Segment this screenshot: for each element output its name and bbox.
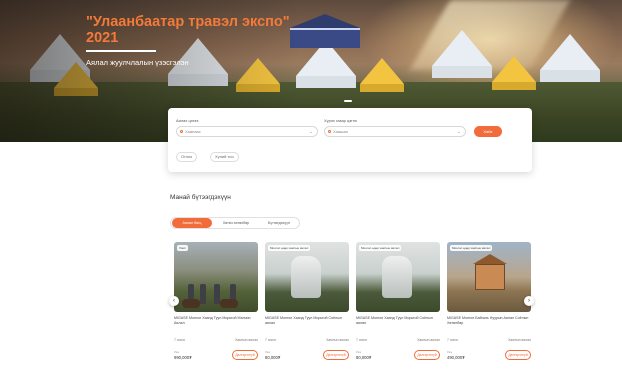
to-field[interactable]: Хаашаа ⌄ — [324, 126, 466, 137]
card-tag: Хамтын аялал — [417, 338, 440, 342]
hero-divider — [86, 50, 156, 52]
from-label: Аялах цэгээ — [176, 118, 199, 123]
card-price: 990,000₮ — [174, 355, 192, 360]
price-label: Үнэ — [174, 350, 179, 354]
tab-products[interactable]: Бүтээгдэхүүн — [259, 218, 299, 228]
from-field[interactable]: Хаанаас ⌄ — [176, 126, 318, 137]
card-duration: 7 хоног — [356, 338, 368, 342]
price-label: Үнэ — [265, 350, 270, 354]
card-duration: 7 хоног — [265, 338, 277, 342]
location-pin-icon — [328, 130, 331, 133]
product-card[interactable]: Монгол өдөр хамтын аялал MIGASE Монгол Б… — [447, 242, 531, 372]
product-tabs: Аялал багц Хөтөч хөтөлбөр Бүтээгдэхүүн — [170, 217, 300, 229]
tab-programs[interactable]: Хөтөч хөтөлбөр — [215, 218, 257, 228]
tent-white — [540, 34, 600, 82]
price-label: Үнэ — [447, 350, 452, 354]
section-title: Манай бүтээгдэхүүн — [170, 194, 231, 201]
card-duration: 7 хоног — [447, 338, 459, 342]
search-panel: Аялах цэгээ Хаанаас ⌄ Хүрэх газар цэгээ … — [168, 108, 532, 172]
card-title[interactable]: MIGASE Монгол Хаанд Туул Морьтой Соёлын … — [356, 316, 440, 326]
chevron-left-icon[interactable]: ‹ — [169, 296, 179, 306]
rock-formation — [291, 256, 321, 298]
tent-yellow — [360, 58, 404, 92]
search-button[interactable]: Хайх — [474, 126, 502, 137]
details-button[interactable]: Дэлгэрэнгүй — [232, 350, 258, 360]
card-image: Монгол өдөр хамтын аялал — [447, 242, 531, 312]
details-button[interactable]: Дэлгэрэнгүй — [414, 350, 440, 360]
card-price: 80,000₮ — [265, 355, 281, 360]
product-card[interactable]: Хэмт MIGASE Монгол Хаанд Туул Морьтой Ма… — [174, 242, 258, 372]
ger-roof — [473, 254, 507, 264]
to-label: Хүрэх газар цэгээ — [324, 118, 357, 123]
card-price: 490,000₮ — [447, 355, 465, 360]
date-chip[interactable]: Огноо — [176, 152, 198, 162]
guests-chip[interactable]: Хүний тоо — [210, 152, 239, 162]
card-duration: 7 хоног — [174, 338, 186, 342]
details-button[interactable]: Дэлгэрэнгүй — [323, 350, 349, 360]
product-card[interactable]: Монгол өдөр хамтын аялал MIGASE Монгол Х… — [356, 242, 440, 372]
tent-white — [432, 30, 492, 78]
horse — [220, 299, 238, 308]
chevron-down-icon: ⌄ — [308, 129, 313, 135]
location-pin-icon — [180, 130, 183, 133]
card-badge: Хэмт — [177, 245, 188, 251]
card-image: Хэмт — [174, 242, 258, 312]
details-button[interactable]: Дэлгэрэнгүй — [505, 350, 531, 360]
product-cards: Хэмт MIGASE Монгол Хаанд Туул Морьтой Ма… — [170, 242, 531, 372]
card-title[interactable]: MIGASE Монгол Хаанд Туул Морьтой Малчин … — [174, 316, 258, 326]
card-tag: Хамтын аялал — [235, 338, 258, 342]
card-tag: Хамтын аялал — [508, 338, 531, 342]
hero-year: 2021 — [86, 30, 119, 46]
ger-building — [475, 264, 505, 290]
card-badge: Монгол өдөр хамтын аялал — [359, 245, 402, 251]
price-label: Үнэ — [356, 350, 361, 354]
card-title[interactable]: MIGASE Монгол Байгаль Нуурын Аялал Соёлы… — [447, 316, 531, 326]
card-title[interactable]: MIGASE Монгол Хаанд Туул Морьтой Соёлын … — [265, 316, 349, 326]
rock-formation — [382, 256, 412, 298]
to-placeholder: Хаашаа — [333, 129, 348, 134]
product-card[interactable]: Монгол өдөр хамтын аялал MIGASE Монгол Х… — [265, 242, 349, 372]
horse — [182, 299, 200, 308]
hero-subtitle: Аялал жуулчлалын үзэсгэлэн — [86, 58, 189, 67]
chevron-right-icon[interactable]: › — [524, 296, 534, 306]
card-badge: Монгол өдөр хамтын аялал — [268, 245, 311, 251]
chevron-down-icon: ⌄ — [456, 129, 461, 135]
tab-packages[interactable]: Аялал багц — [172, 218, 212, 228]
person — [200, 284, 206, 304]
from-placeholder: Хаанаас — [185, 129, 201, 134]
person — [214, 284, 220, 304]
hero-title: "Улаанбаатар травэл экспо" — [86, 14, 290, 30]
carousel-indicator[interactable] — [344, 100, 352, 102]
card-badge: Монгол өдөр хамтын аялал — [450, 245, 493, 251]
card-image: Монгол өдөр хамтын аялал — [356, 242, 440, 312]
tent-yellow — [492, 56, 536, 90]
card-image: Монгол өдөр хамтын аялал — [265, 242, 349, 312]
card-price: 80,000₮ — [356, 355, 372, 360]
card-tag: Хамтын аялал — [326, 338, 349, 342]
